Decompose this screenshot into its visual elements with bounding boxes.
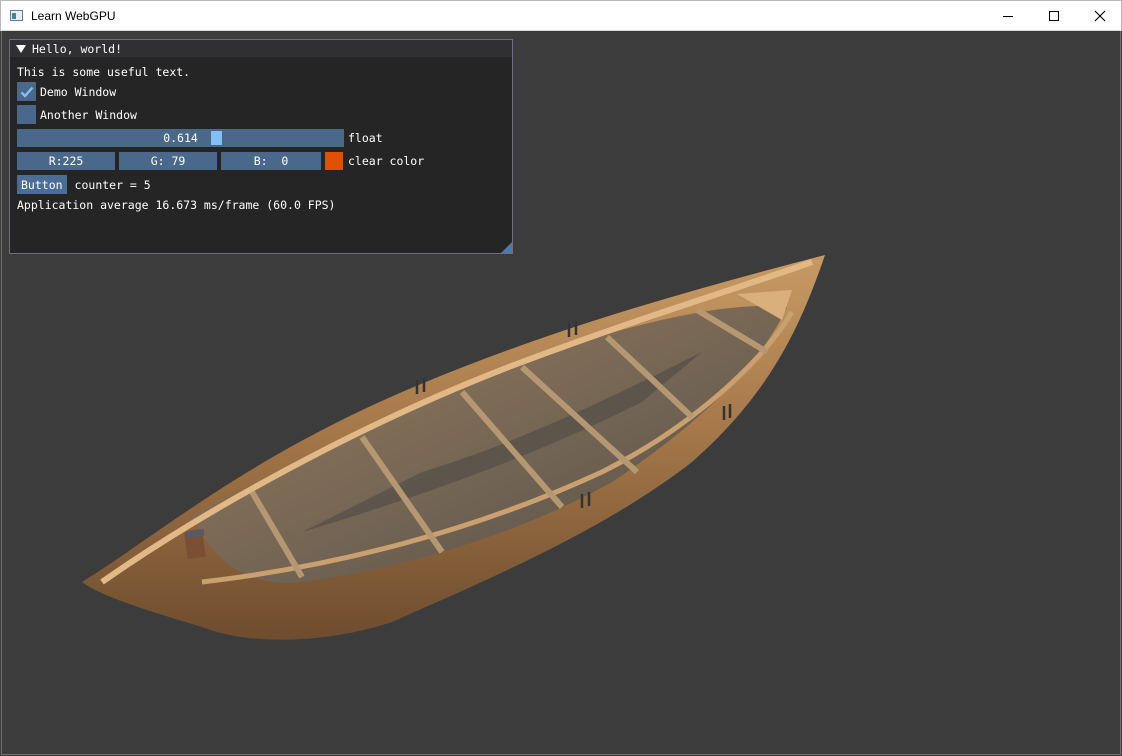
float-slider-value: 0.614 — [163, 131, 198, 145]
window-title-bar[interactable]: Learn WebGPU — [0, 0, 1122, 31]
blue-drag-input[interactable]: B: 0 — [221, 152, 321, 170]
collapse-triangle-icon[interactable] — [16, 44, 26, 53]
demo-window-row[interactable]: Demo Window — [17, 82, 116, 101]
imgui-title-bar[interactable]: Hello, world! — [10, 40, 512, 57]
counter-text: counter = 5 — [74, 177, 151, 192]
checkmark-icon — [20, 86, 33, 98]
clear-color-row: R:225 G: 79 B: 0 clear color — [17, 152, 424, 170]
maximize-button[interactable] — [1031, 1, 1077, 31]
window-title: Learn WebGPU — [31, 8, 116, 23]
demo-window-checkbox[interactable] — [17, 82, 36, 101]
float-slider-label: float — [348, 131, 383, 145]
slider-grab-handle[interactable] — [211, 131, 223, 145]
another-window-label: Another Window — [40, 107, 137, 122]
button-row: Button counter = 5 — [17, 175, 151, 194]
red-drag-input[interactable]: R:225 — [17, 152, 115, 170]
maximize-icon — [1049, 11, 1059, 21]
clear-color-swatch[interactable] — [325, 152, 343, 170]
minimize-button[interactable] — [985, 1, 1031, 31]
another-window-checkbox[interactable] — [17, 105, 36, 124]
minimize-icon — [1003, 15, 1013, 17]
useful-text: This is some useful text. — [17, 65, 191, 79]
imgui-title: Hello, world! — [32, 41, 123, 56]
resize-grip[interactable] — [501, 242, 512, 253]
float-slider-row: 0.614 float — [17, 129, 383, 147]
float-slider[interactable]: 0.614 — [17, 129, 344, 147]
close-icon — [1094, 10, 1106, 22]
demo-window-label: Demo Window — [40, 84, 117, 99]
another-window-row[interactable]: Another Window — [17, 105, 137, 124]
close-button[interactable] — [1077, 1, 1122, 31]
imgui-window[interactable]: Hello, world! This is some useful text. … — [9, 39, 513, 254]
app-window-icon — [9, 8, 25, 24]
fps-text: Application average 16.673 ms/frame (60.… — [17, 198, 336, 212]
clear-color-label: clear color — [348, 154, 425, 168]
counter-button[interactable]: Button — [17, 175, 67, 194]
green-drag-input[interactable]: G: 79 — [119, 152, 217, 170]
